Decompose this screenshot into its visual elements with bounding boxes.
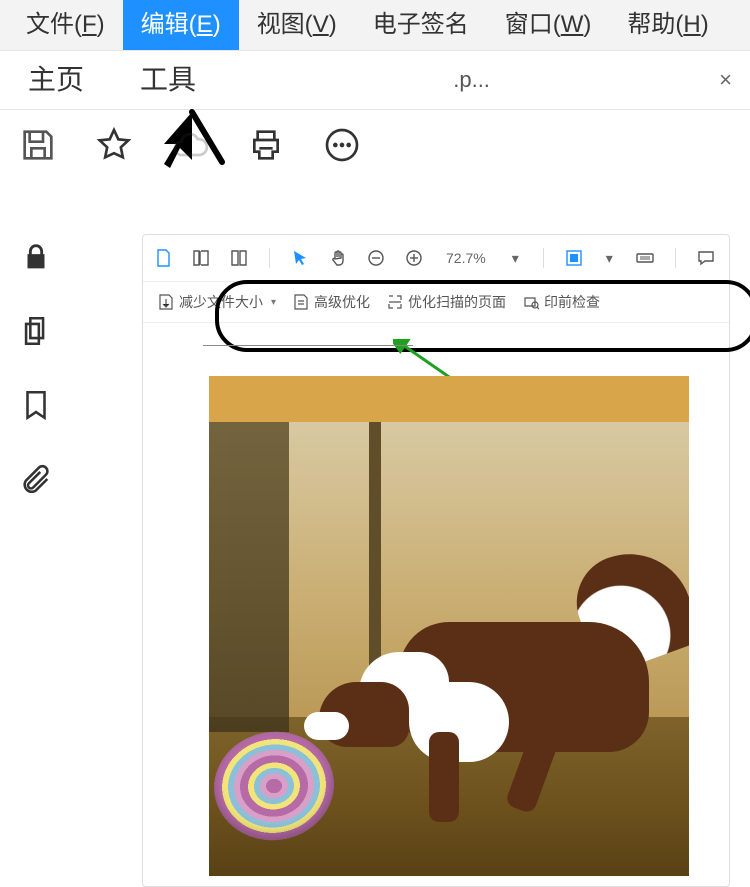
- scan-icon: [386, 293, 404, 311]
- attachment-icon[interactable]: [19, 462, 53, 496]
- zoom-level[interactable]: 72.7%: [442, 250, 490, 266]
- quick-toolbar: [0, 110, 750, 180]
- menu-edit-label: 编辑(E): [141, 11, 221, 38]
- menu-file-label: 文件(F): [26, 11, 105, 38]
- reduce-size-icon: [157, 293, 175, 311]
- reduce-file-size-button[interactable]: 减少文件大小 ▾: [157, 292, 276, 312]
- document-view[interactable]: [143, 325, 729, 886]
- comment-icon[interactable]: [322, 125, 362, 165]
- tab-close-button[interactable]: ×: [719, 67, 750, 93]
- page-icon[interactable]: [153, 248, 173, 268]
- keyboard-icon[interactable]: [635, 248, 655, 268]
- menu-esign-label: 电子签名: [373, 11, 469, 38]
- pages-icon[interactable]: [19, 314, 53, 348]
- print-icon[interactable]: [246, 125, 286, 165]
- page-1: [209, 376, 689, 876]
- dropdown-icon[interactable]: ▾: [267, 297, 276, 308]
- photo-dog-frisbee: [209, 422, 689, 876]
- save-icon[interactable]: [18, 125, 58, 165]
- zoom-in-icon[interactable]: [404, 248, 424, 268]
- note-icon[interactable]: [696, 248, 716, 268]
- menu-view-label: 视图(V): [257, 11, 337, 38]
- menu-window[interactable]: 窗口(W): [487, 0, 610, 50]
- left-rail: [0, 180, 72, 887]
- optimize-scanned-button[interactable]: 优化扫描的页面: [386, 292, 506, 312]
- document-panel: 72.7% ▾ ▾ 减少文件大小: [142, 234, 730, 887]
- menu-esign[interactable]: 电子签名: [355, 0, 487, 50]
- panel-toolbar: 72.7% ▾ ▾: [143, 235, 729, 282]
- advanced-optimize-label: 高级优化: [314, 292, 370, 312]
- zoom-out-icon[interactable]: [366, 248, 386, 268]
- workarea: 72.7% ▾ ▾ 减少文件大小: [0, 180, 750, 887]
- document-panel-area: 72.7% ▾ ▾ 减少文件大小: [72, 180, 750, 887]
- select-tool-icon[interactable]: [290, 248, 310, 268]
- star-icon[interactable]: [94, 125, 134, 165]
- cloud-icon[interactable]: [170, 125, 210, 165]
- preflight-icon: [522, 293, 540, 311]
- menu-edit[interactable]: 编辑(E): [123, 0, 239, 50]
- zoom-dropdown-icon[interactable]: ▾: [508, 250, 523, 267]
- preflight-label: 印前检查: [544, 292, 600, 312]
- optimize-toolbar: 减少文件大小 ▾ 高级优化 优化扫描的页面 印前检查: [143, 282, 729, 323]
- optimize-scanned-label: 优化扫描的页面: [408, 292, 506, 312]
- panel-left-icon[interactable]: [191, 248, 211, 268]
- reduce-file-size-label: 减少文件大小: [179, 292, 263, 312]
- panel-both-icon[interactable]: [229, 248, 249, 268]
- hand-tool-icon[interactable]: [328, 248, 348, 268]
- toolbar-separator: [543, 248, 544, 268]
- document-name: .p...: [224, 67, 719, 93]
- menu-file[interactable]: 文件(F): [8, 0, 123, 50]
- advanced-optimize-button[interactable]: 高级优化: [292, 292, 370, 312]
- menu-help[interactable]: 帮助(H): [609, 0, 726, 50]
- view-mode-dropdown-icon[interactable]: ▾: [602, 250, 617, 267]
- tab-tools[interactable]: 工具: [112, 51, 224, 109]
- advanced-optimize-icon: [292, 293, 310, 311]
- view-mode-icon[interactable]: [564, 248, 584, 268]
- toolbar-separator: [675, 248, 676, 268]
- menu-bar: 文件(F) 编辑(E) 视图(V) 电子签名 窗口(W) 帮助(H): [0, 0, 750, 51]
- bookmark-icon[interactable]: [19, 388, 53, 422]
- menu-window-label: 窗口(W): [505, 11, 592, 38]
- preflight-button[interactable]: 印前检查: [522, 292, 600, 312]
- document-tab-bar: 主页 工具 .p... ×: [0, 51, 750, 110]
- lock-icon[interactable]: [19, 240, 53, 274]
- menu-view[interactable]: 视图(V): [239, 0, 355, 50]
- menu-help-label: 帮助(H): [627, 11, 708, 38]
- tab-home[interactable]: 主页: [0, 51, 112, 109]
- toolbar-separator: [269, 248, 270, 268]
- rule-line: [203, 345, 413, 346]
